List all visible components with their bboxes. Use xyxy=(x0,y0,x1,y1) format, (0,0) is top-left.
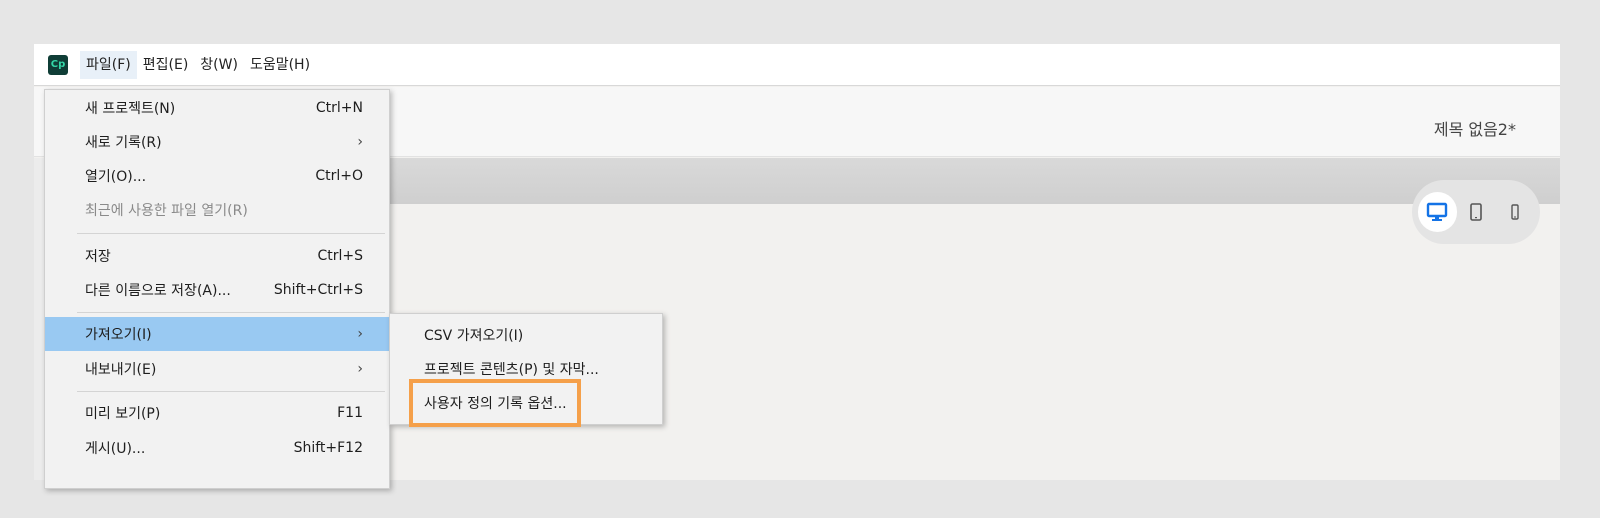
submenu-item-label: CSV 가져오기(I) xyxy=(424,328,524,344)
menu-item-label: 다른 이름으로 저장(A)... xyxy=(85,283,231,299)
menu-file[interactable]: 파일(F) xyxy=(80,50,137,79)
tablet-view-button[interactable] xyxy=(1457,192,1496,232)
menu-item-shortcut: Shift+F12 xyxy=(293,440,363,456)
phone-view-button[interactable] xyxy=(1495,192,1534,232)
submenu-item-project-content[interactable]: 프로젝트 콘텐츠(P) 및 자막... xyxy=(390,352,662,386)
chevron-right-icon: › xyxy=(357,361,363,377)
submenu-item-import-csv[interactable]: CSV 가져오기(I) xyxy=(390,318,662,352)
device-switcher xyxy=(1412,180,1540,244)
menu-item-shortcut: Ctrl+S xyxy=(317,248,363,264)
menu-help[interactable]: 도움말(H) xyxy=(244,51,316,79)
menu-item-open[interactable]: 열기(O)... Ctrl+O xyxy=(45,159,389,193)
menu-item-label: 최근에 사용한 파일 열기(R) xyxy=(85,203,248,219)
menu-item-save[interactable]: 저장 Ctrl+S xyxy=(45,239,389,273)
menu-item-label: 저장 xyxy=(85,249,111,265)
desktop-icon xyxy=(1427,202,1448,221)
import-submenu: CSV 가져오기(I) 프로젝트 콘텐츠(P) 및 자막... 사용자 정의 기… xyxy=(389,313,663,425)
left-panel-edge xyxy=(34,158,44,480)
menu-separator xyxy=(77,312,385,313)
menu-item-label: 내보내기(E) xyxy=(85,362,157,378)
menu-edit[interactable]: 편집(E) xyxy=(137,51,195,79)
menu-item-shortcut: Shift+Ctrl+S xyxy=(273,282,363,298)
menu-separator xyxy=(77,233,385,234)
phone-icon xyxy=(1510,204,1519,220)
menu-item-publish[interactable]: 게시(U)... Shift+F12 xyxy=(45,431,389,465)
captivate-logo-icon: Cp xyxy=(48,54,68,75)
menu-item-shortcut: Ctrl+O xyxy=(315,168,363,184)
chevron-right-icon: › xyxy=(357,326,363,342)
menu-item-new-record[interactable]: 새로 기록(R) › xyxy=(45,125,389,159)
document-title: 제목 없음2* xyxy=(1433,120,1516,139)
menu-item-preview[interactable]: 미리 보기(P) F11 xyxy=(45,396,389,430)
menu-item-label: 열기(O)... xyxy=(85,169,147,185)
menu-bar: Cp 파일(F) 편집(E) 창(W) 도움말(H) xyxy=(34,44,1560,86)
desktop-view-button[interactable] xyxy=(1418,192,1457,232)
file-menu-dropdown: 새 프로젝트(N) Ctrl+N 새로 기록(R) › 열기(O)... Ctr… xyxy=(44,89,390,489)
submenu-item-custom-record-options[interactable]: 사용자 정의 기록 옵션... xyxy=(390,386,662,420)
menu-separator xyxy=(77,391,385,392)
menu-item-export[interactable]: 내보내기(E) › xyxy=(45,352,389,386)
menu-item-import[interactable]: 가져오기(I) › xyxy=(45,317,389,351)
menu-item-label: 미리 보기(P) xyxy=(85,406,161,422)
menu-item-label: 새 프로젝트(N) xyxy=(85,101,176,117)
menu-item-shortcut: F11 xyxy=(337,405,363,421)
menu-item-label: 가져오기(I) xyxy=(85,327,152,343)
submenu-item-label: 사용자 정의 기록 옵션... xyxy=(424,396,567,412)
tablet-icon xyxy=(1470,203,1482,221)
menu-item-label: 새로 기록(R) xyxy=(85,135,162,151)
menu-item-label: 게시(U)... xyxy=(85,441,146,457)
menu-item-shortcut: Ctrl+N xyxy=(315,100,363,116)
menu-item-save-as[interactable]: 다른 이름으로 저장(A)... Shift+Ctrl+S xyxy=(45,273,389,307)
menu-item-open-recent: 최근에 사용한 파일 열기(R) xyxy=(45,193,389,227)
chevron-right-icon: › xyxy=(357,134,363,150)
menu-window[interactable]: 창(W) xyxy=(194,51,244,79)
submenu-item-label: 프로젝트 콘텐츠(P) 및 자막... xyxy=(424,362,599,378)
menu-item-new-project[interactable]: 새 프로젝트(N) Ctrl+N xyxy=(45,91,389,125)
